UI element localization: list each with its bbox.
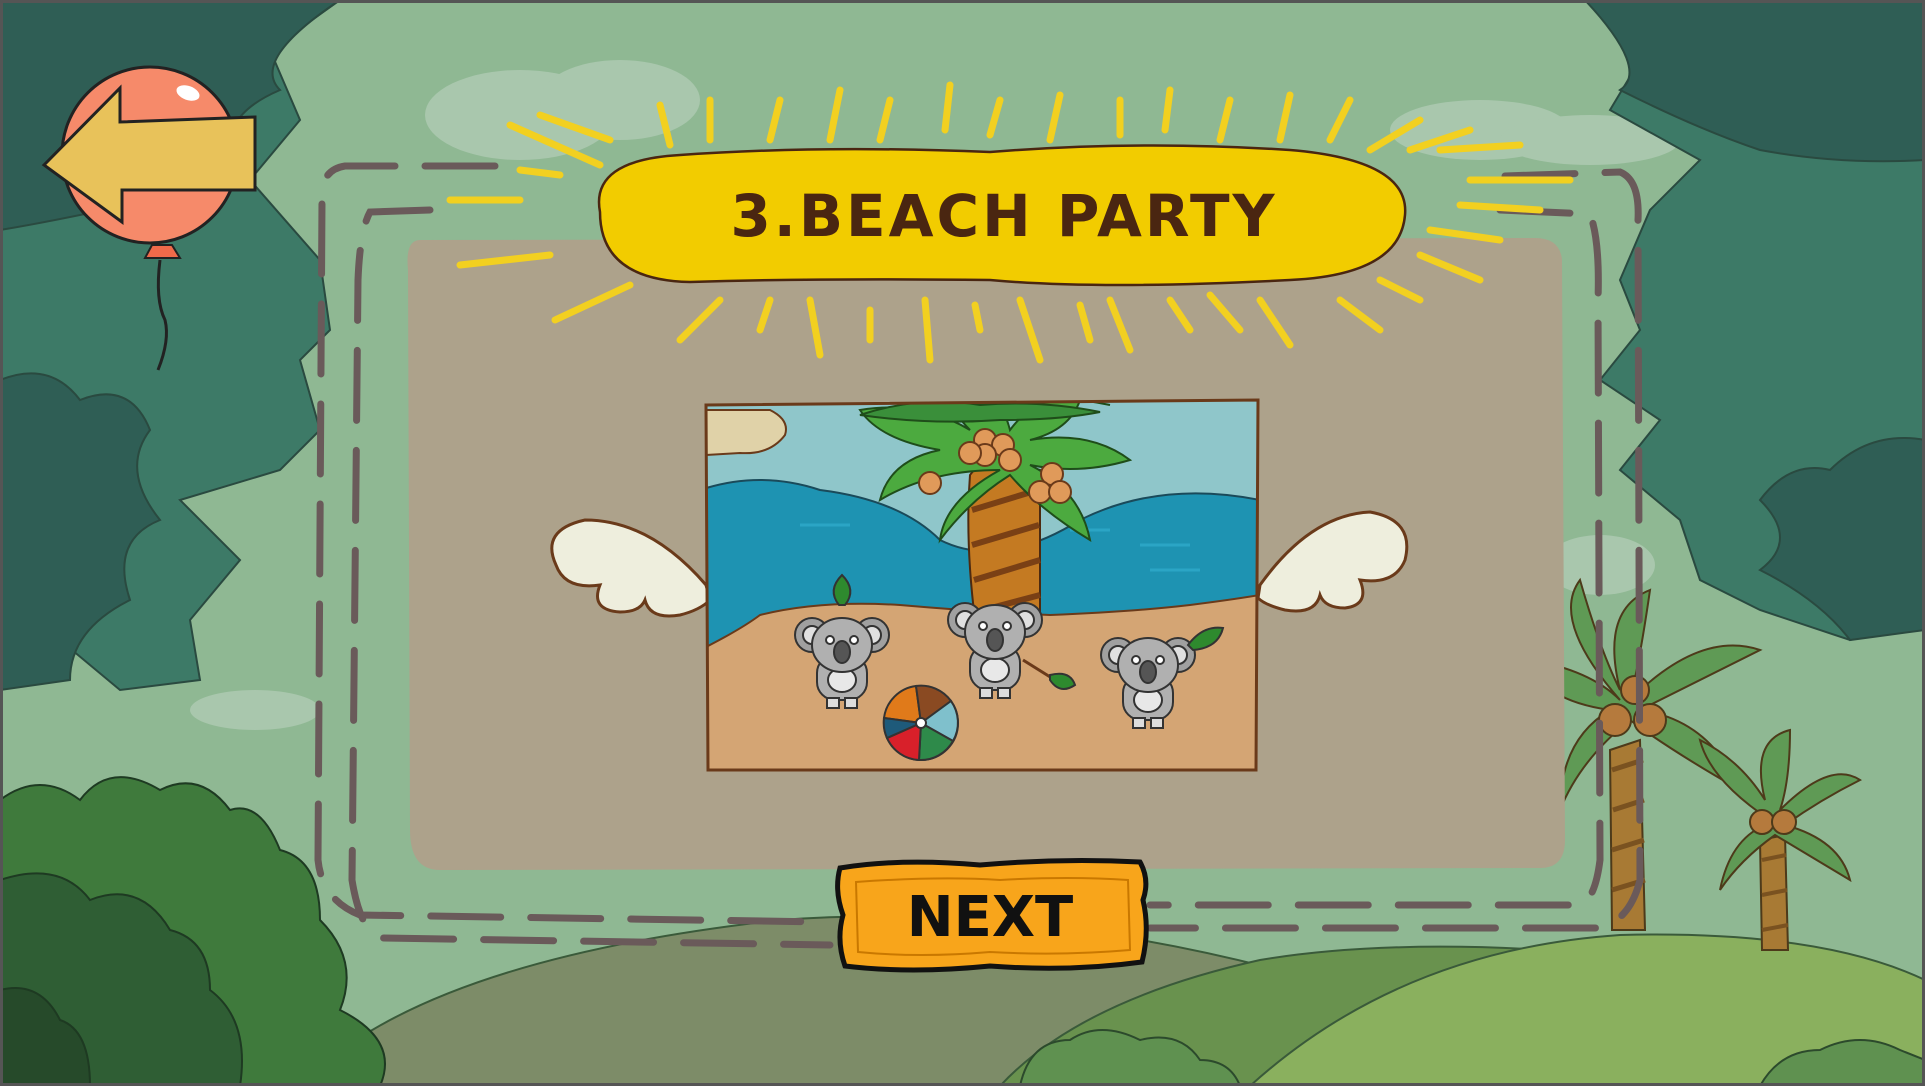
- back-button[interactable]: [40, 55, 265, 270]
- beach-ball-icon: [882, 684, 959, 762]
- beach-picture: [704, 398, 1260, 772]
- level-intro-screen: 3.BEACH PARTY NEXT: [0, 0, 1925, 1086]
- level-title: 3.BEACH PARTY: [730, 182, 1277, 250]
- next-button[interactable]: [833, 860, 1151, 978]
